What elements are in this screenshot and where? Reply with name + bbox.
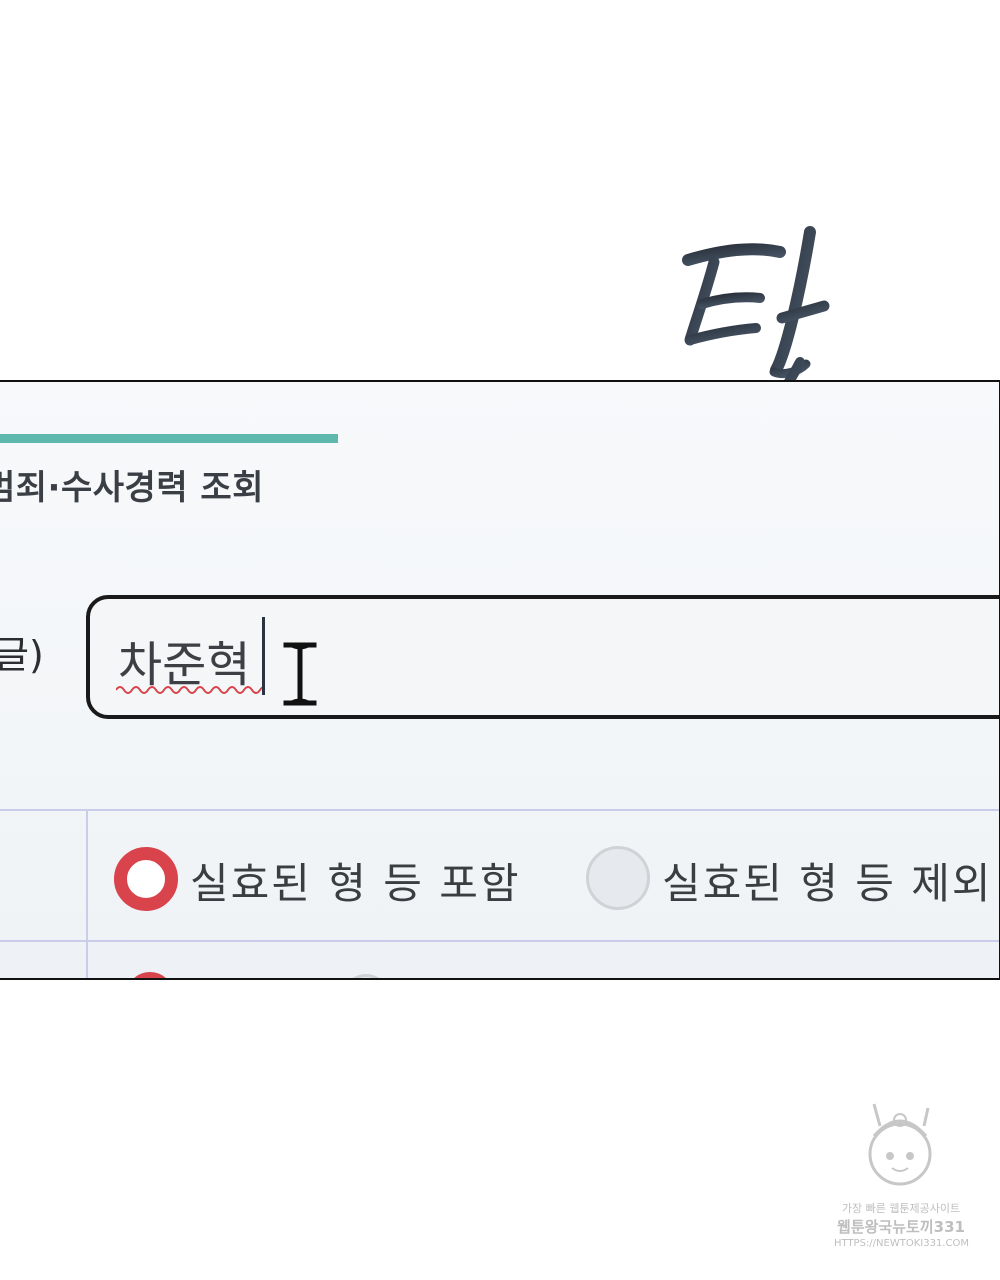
radio-include-expired-selected[interactable] <box>114 847 178 911</box>
table-column-divider <box>86 809 88 978</box>
watermark-line-1: 가장 빠른 웹툰제공사이트 <box>841 1202 961 1215</box>
option-exclude-expired-label[interactable]: 실효된 형 등 제외 <box>662 850 993 911</box>
screen-panel: 범죄·수사경력 조회 글) 차준혁 실효된 형 등 포함 실효된 형 등 제외 <box>0 380 1000 980</box>
section-accent-bar <box>0 434 338 443</box>
name-input[interactable]: 차준혁 <box>86 595 999 719</box>
radio-exclude-expired[interactable] <box>586 846 650 910</box>
site-watermark: 가장 빠른 웹툰제공사이트 웹툰왕국뉴토끼331 HTTPS://NEWTOKI… <box>834 1096 969 1264</box>
watermark-line-3: HTTPS://NEWTOKI331.COM <box>834 1238 969 1249</box>
radio-next-row-selected[interactable] <box>126 972 174 978</box>
spellcheck-underline <box>116 686 264 694</box>
mascot-logo-icon <box>868 1103 932 1186</box>
text-caret <box>262 617 265 695</box>
webtoon-panel-page: 탁 범죄·수사경력 조회 글) 차준혁 <box>0 0 1000 1280</box>
name-field-label: 글) <box>0 633 44 677</box>
section-title: 범죄·수사경력 조회 <box>0 468 264 508</box>
ibeam-cursor-icon <box>283 642 317 706</box>
table-top-border <box>0 809 999 811</box>
watermark-line-2: 웹툰왕국뉴토끼331 <box>837 1218 965 1236</box>
radio-next-row-unselected[interactable] <box>342 974 390 978</box>
table-row-border <box>0 940 999 942</box>
option-include-expired-label[interactable]: 실효된 형 등 포함 <box>190 850 521 911</box>
